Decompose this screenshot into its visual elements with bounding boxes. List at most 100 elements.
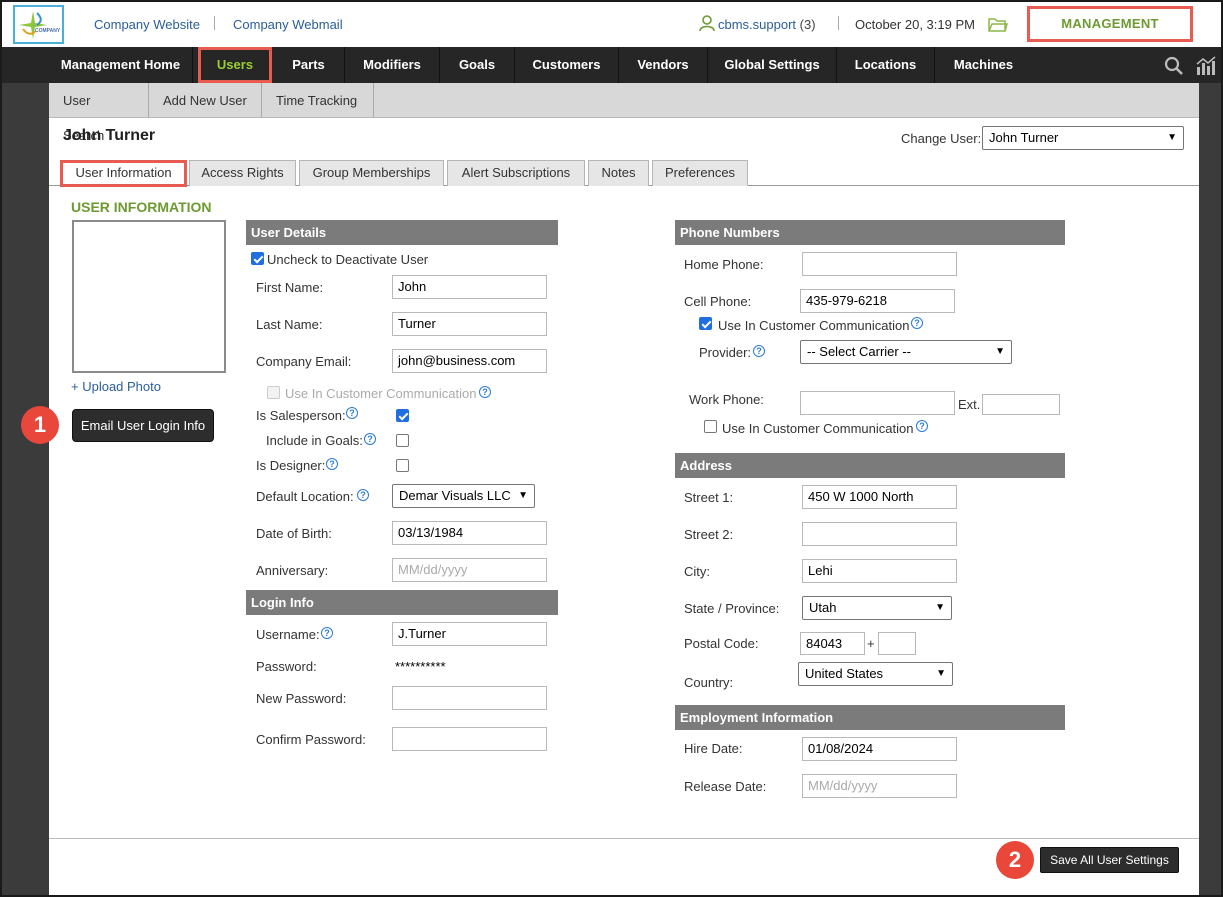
email-use-in-communication-label: Use In Customer Communication	[285, 386, 477, 401]
chart-icon[interactable]	[1196, 56, 1218, 76]
step-badge-1: 1	[21, 406, 59, 444]
nav-goals[interactable]: Goals	[440, 47, 515, 83]
company-email-label: Company Email:	[256, 354, 352, 369]
tab-alert-subscriptions[interactable]: Alert Subscriptions	[447, 160, 585, 186]
nav-global-settings[interactable]: Global Settings	[708, 47, 837, 83]
subnav-user-search[interactable]: User Search	[49, 83, 149, 143]
nav-management-home[interactable]: Management Home	[49, 47, 193, 83]
help-icon[interactable]: ?	[911, 317, 923, 329]
company-logo[interactable]: COMPANY	[13, 5, 64, 44]
tab-user-information[interactable]: User Information	[60, 160, 187, 187]
active-user-checkbox[interactable]	[251, 252, 264, 265]
home-phone-label: Home Phone:	[684, 257, 764, 272]
main-panel: User Search Add New User Time Tracking J…	[21, 83, 1199, 895]
current-user-name: cbms.support	[718, 17, 797, 32]
section-employment-information: Employment Information	[675, 705, 1065, 730]
nav-machines[interactable]: Machines	[935, 47, 1032, 83]
default-location-label: Default Location:	[256, 489, 354, 504]
tab-notes[interactable]: Notes	[588, 160, 649, 186]
new-password-input[interactable]	[392, 686, 547, 710]
is-salesperson-checkbox[interactable]	[396, 409, 409, 422]
nav-locations[interactable]: Locations	[837, 47, 935, 83]
include-in-goals-checkbox[interactable]	[396, 434, 409, 447]
search-icon[interactable]	[1164, 56, 1184, 76]
current-user-link[interactable]: cbms.support (3)	[718, 17, 816, 32]
company-webmail-link[interactable]: Company Webmail	[233, 17, 343, 32]
country-select[interactable]: United States ▼	[798, 662, 953, 686]
subnav-add-new-user[interactable]: Add New User	[149, 83, 262, 118]
cell-use-in-communication-checkbox[interactable]	[699, 317, 712, 330]
first-name-label: First Name:	[256, 280, 324, 295]
tab-access-rights[interactable]: Access Rights	[189, 160, 296, 186]
provider-select[interactable]: -- Select Carrier -- ▼	[800, 340, 1012, 364]
change-user-label: Change User:	[901, 131, 982, 146]
confirm-password-label: Confirm Password:	[256, 732, 366, 747]
logo-text: COMPANY	[35, 28, 61, 34]
cell-use-in-communication-label: Use In Customer Communication	[718, 318, 910, 333]
date-of-birth-input[interactable]: 03/13/1984	[392, 521, 547, 545]
username-input[interactable]: J.Turner	[392, 622, 547, 646]
tab-group-memberships[interactable]: Group Memberships	[299, 160, 444, 186]
password-value: **********	[395, 659, 446, 674]
default-location-value: Demar Visuals LLC	[399, 488, 511, 503]
chevron-down-icon: ▼	[1167, 132, 1177, 143]
company-website-link[interactable]: Company Website	[94, 17, 200, 32]
chevron-down-icon: ▼	[936, 668, 946, 679]
city-input[interactable]: Lehi	[802, 559, 957, 583]
work-phone-input[interactable]	[800, 391, 955, 415]
folder-icon[interactable]	[988, 16, 1008, 33]
page-title: John Turner	[63, 127, 156, 144]
company-email-input[interactable]: john@business.com	[392, 349, 547, 373]
help-icon[interactable]: ?	[357, 489, 369, 501]
state-select[interactable]: Utah ▼	[802, 596, 952, 620]
help-icon[interactable]: ?	[346, 407, 358, 419]
section-heading: USER INFORMATION	[71, 199, 212, 215]
is-designer-checkbox[interactable]	[396, 459, 409, 472]
password-label: Password:	[256, 659, 317, 674]
upload-photo-link[interactable]: + Upload Photo	[71, 379, 161, 394]
tab-bar: User Information Access Rights Group Mem…	[49, 160, 1199, 187]
confirm-password-input[interactable]	[392, 727, 547, 751]
work-phone-label: Work Phone:	[689, 392, 764, 407]
first-name-input[interactable]: John	[392, 275, 547, 299]
nav-parts[interactable]: Parts	[273, 47, 345, 83]
subnav-time-tracking[interactable]: Time Tracking	[262, 83, 374, 118]
nav-customers[interactable]: Customers	[515, 47, 619, 83]
work-use-in-communication-label: Use In Customer Communication	[722, 421, 914, 436]
footer-divider	[49, 838, 1199, 839]
tab-preferences[interactable]: Preferences	[652, 160, 748, 186]
street2-input[interactable]	[802, 522, 957, 546]
hire-date-input[interactable]: 01/08/2024	[802, 737, 957, 761]
postal-plus-label: +	[867, 636, 875, 651]
release-date-input[interactable]: MM/dd/yyyy	[802, 774, 957, 798]
anniversary-input[interactable]: MM/dd/yyyy	[392, 558, 547, 582]
nav-modifiers[interactable]: Modifiers	[345, 47, 440, 83]
ext-input[interactable]	[982, 394, 1060, 415]
cell-phone-input[interactable]: 435-979-6218	[800, 289, 955, 313]
nav-vendors[interactable]: Vendors	[619, 47, 708, 83]
sub-nav: User Search Add New User Time Tracking	[49, 83, 1199, 143]
street1-input[interactable]: 450 W 1000 North	[802, 485, 957, 509]
help-icon[interactable]: ?	[321, 627, 333, 639]
home-phone-input[interactable]	[802, 252, 957, 276]
help-icon[interactable]: ?	[479, 386, 491, 398]
nav-users[interactable]: Users	[198, 47, 272, 83]
postal-code-input[interactable]: 84043	[800, 632, 865, 655]
save-all-user-settings-button[interactable]: Save All User Settings	[1040, 847, 1179, 873]
management-mode-button[interactable]: MANAGEMENT	[1027, 6, 1193, 42]
default-location-select[interactable]: Demar Visuals LLC ▼	[392, 484, 535, 508]
help-icon[interactable]: ?	[364, 433, 376, 445]
state-value: Utah	[809, 600, 837, 615]
section-user-details: User Details	[246, 220, 558, 245]
email-use-in-communication-checkbox[interactable]	[267, 386, 280, 399]
postal-extension-input[interactable]	[878, 632, 916, 655]
work-use-in-communication-checkbox[interactable]	[704, 420, 717, 433]
change-user-select[interactable]: John Turner ▼	[982, 126, 1184, 150]
help-icon[interactable]: ?	[916, 420, 928, 432]
last-name-input[interactable]: Turner	[392, 312, 547, 336]
help-icon[interactable]: ?	[753, 345, 765, 357]
provider-label: Provider:	[699, 345, 752, 360]
email-login-info-button[interactable]: Email User Login Info	[72, 409, 214, 442]
help-icon[interactable]: ?	[326, 458, 338, 470]
postal-code-label: Postal Code:	[684, 636, 759, 651]
